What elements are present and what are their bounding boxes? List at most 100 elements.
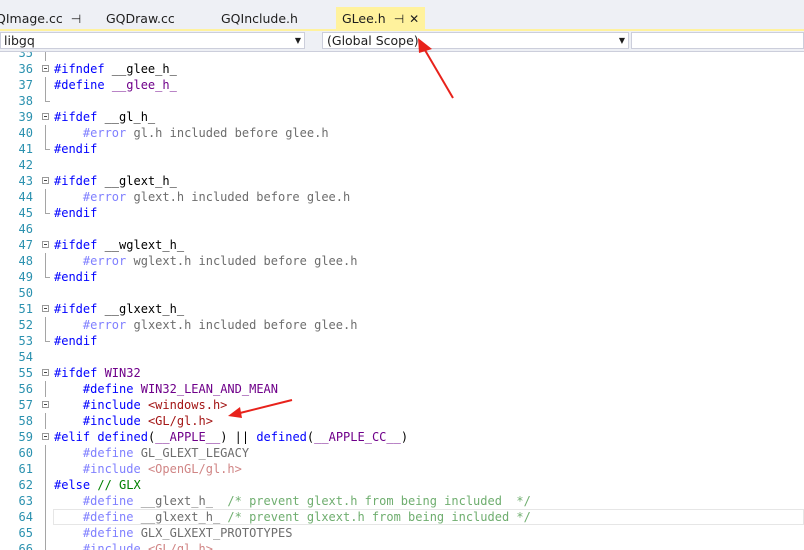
collapse-box-icon[interactable] bbox=[42, 173, 50, 189]
code-line[interactable]: 59 #elif defined(__APPLE__) || defined(__… bbox=[0, 429, 804, 445]
code-line[interactable]: 46 bbox=[0, 221, 804, 237]
code-text[interactable] bbox=[53, 93, 804, 109]
collapse-box-icon[interactable] bbox=[42, 429, 50, 445]
code-text[interactable]: #define __glee_h_ bbox=[53, 77, 804, 93]
code-line[interactable]: 62 #else // GLX bbox=[0, 477, 804, 493]
code-text[interactable] bbox=[53, 221, 804, 237]
code-text[interactable]: #error gl.h included before glee.h bbox=[53, 125, 804, 141]
collapse-box-icon[interactable] bbox=[42, 397, 50, 413]
code-editor[interactable]: 35 36 #ifndef __glee_h_ 37 #define __glee_h_… bbox=[0, 52, 804, 550]
code-line[interactable]: 66 #include <GL/gl.h> bbox=[0, 541, 804, 550]
code-text[interactable]: #define GL_GLEXT_LEGACY bbox=[53, 445, 804, 461]
code-line[interactable]: 50 bbox=[0, 285, 804, 301]
code-line[interactable]: 54 bbox=[0, 349, 804, 365]
code-text[interactable] bbox=[53, 285, 804, 301]
tab-gqinclude-h[interactable]: GQInclude.h bbox=[221, 8, 298, 30]
line-number: 58 bbox=[18, 414, 33, 428]
code-line[interactable]: 60 #define GL_GLEXT_LEGACY bbox=[0, 445, 804, 461]
code-text[interactable]: #endif bbox=[53, 269, 804, 285]
code-line[interactable]: 51 #ifdef __glxext_h_ bbox=[0, 301, 804, 317]
code-text[interactable]: #define __glext_h_ /* prevent glext.h fr… bbox=[53, 493, 804, 509]
tab-glee-h[interactable]: GLee.h ⊣ ✕ bbox=[336, 7, 426, 30]
code-line[interactable]: 61 #include <OpenGL/gl.h> bbox=[0, 461, 804, 477]
member-dropdown[interactable] bbox=[631, 32, 804, 49]
code-text[interactable]: #else // GLX bbox=[53, 477, 804, 493]
chevron-down-icon[interactable]: ▼ bbox=[619, 33, 625, 48]
collapse-box-icon[interactable] bbox=[42, 109, 50, 125]
code-text[interactable]: #ifdef __gl_h_ bbox=[53, 109, 804, 125]
collapse-box-icon[interactable] bbox=[42, 301, 50, 317]
code-line[interactable]: 41 #endif bbox=[0, 141, 804, 157]
code-line[interactable]: 53 #endif bbox=[0, 333, 804, 349]
code-text[interactable]: #include <GL/gl.h> bbox=[53, 413, 804, 429]
code-text[interactable]: #endif bbox=[53, 141, 804, 157]
collapse-box-icon[interactable] bbox=[42, 237, 50, 253]
code-token: #include bbox=[82, 414, 141, 428]
collapse-box-icon[interactable] bbox=[42, 61, 50, 77]
code-line[interactable]: 52 #error glxext.h included before glee.… bbox=[0, 317, 804, 333]
line-number: 59 bbox=[18, 430, 33, 444]
fold-guide bbox=[42, 157, 50, 173]
code-line[interactable]: 35 bbox=[0, 52, 804, 61]
code-line[interactable]: 63 #define __glext_h_ /* prevent glext.h… bbox=[0, 493, 804, 509]
code-line[interactable]: 44 #error glext.h included before glee.h bbox=[0, 189, 804, 205]
pin-icon[interactable]: ⊣ bbox=[71, 12, 81, 26]
code-text[interactable]: #ifdef __wglext_h_ bbox=[53, 237, 804, 253]
code-line[interactable]: 42 bbox=[0, 157, 804, 173]
code-text[interactable]: #ifndef __glee_h_ bbox=[53, 61, 804, 77]
code-text[interactable]: #elif defined(__APPLE__) || defined(__AP… bbox=[53, 429, 804, 445]
code-line[interactable]: 36 #ifndef __glee_h_ bbox=[0, 61, 804, 77]
code-line[interactable]: 55 #ifdef WIN32 bbox=[0, 365, 804, 381]
code-text[interactable]: #error glext.h included before glee.h bbox=[53, 189, 804, 205]
code-line[interactable]: 37 #define __glee_h_ bbox=[0, 77, 804, 93]
code-line[interactable]: 48 #error wglext.h included before glee.… bbox=[0, 253, 804, 269]
code-line[interactable]: 45 #endif bbox=[0, 205, 804, 221]
code-text[interactable]: #ifdef __glext_h_ bbox=[53, 173, 804, 189]
code-text[interactable]: #ifdef __glxext_h_ bbox=[53, 301, 804, 317]
tab-qimage-cc[interactable]: QImage.cc ⊣ bbox=[0, 8, 81, 30]
code-line[interactable]: 57 #include <windows.h> bbox=[0, 397, 804, 413]
code-text[interactable]: #include <GL/gl.h> bbox=[53, 541, 804, 550]
code-text[interactable]: #define __glxext_h_ /* prevent glxext.h … bbox=[53, 509, 804, 525]
line-number: 43 bbox=[18, 174, 33, 188]
code-line[interactable]: 49 #endif bbox=[0, 269, 804, 285]
close-icon[interactable]: ✕ bbox=[409, 12, 419, 26]
pin-icon[interactable]: ⊣ bbox=[394, 12, 404, 26]
line-number: 57 bbox=[18, 398, 33, 412]
code-text[interactable]: #endif bbox=[53, 205, 804, 221]
project-dropdown[interactable]: libgq ▼ bbox=[0, 32, 305, 49]
code-line[interactable]: 38 bbox=[0, 93, 804, 109]
code-token: ) bbox=[400, 430, 409, 444]
code-text[interactable]: #ifdef WIN32 bbox=[53, 365, 804, 381]
line-number: 37 bbox=[18, 78, 33, 92]
code-line[interactable]: 40 #error gl.h included before glee.h bbox=[0, 125, 804, 141]
code-text[interactable]: #error glxext.h included before glee.h bbox=[53, 317, 804, 333]
line-number: 35 bbox=[18, 52, 33, 60]
code-line[interactable]: 43 #ifdef __glext_h_ bbox=[0, 173, 804, 189]
tab-gqdraw-cc[interactable]: GQDraw.cc bbox=[106, 8, 175, 30]
code-text[interactable] bbox=[53, 52, 804, 61]
code-line[interactable]: 58 #include <GL/gl.h> bbox=[0, 413, 804, 429]
scope-dropdown[interactable]: (Global Scope) ▼ bbox=[322, 32, 629, 49]
code-line[interactable]: 39 #ifdef __gl_h_ bbox=[0, 109, 804, 125]
code-text[interactable]: #include <windows.h> bbox=[53, 397, 804, 413]
code-line[interactable]: 47 #ifdef __wglext_h_ bbox=[0, 237, 804, 253]
code-text[interactable] bbox=[53, 349, 804, 365]
code-line[interactable]: 65 #define GLX_GLXEXT_PROTOTYPES bbox=[0, 525, 804, 541]
code-text[interactable]: #define WIN32_LEAN_AND_MEAN bbox=[53, 381, 804, 397]
code-text[interactable]: #include <OpenGL/gl.h> bbox=[53, 461, 804, 477]
tab-label: QImage.cc bbox=[0, 11, 63, 26]
code-text[interactable]: #endif bbox=[53, 333, 804, 349]
code-line[interactable]: 64 #define __glxext_h_ /* prevent glxext… bbox=[0, 509, 804, 525]
code-text[interactable]: #error wglext.h included before glee.h bbox=[53, 253, 804, 269]
code-line[interactable]: 56 #define WIN32_LEAN_AND_MEAN bbox=[0, 381, 804, 397]
code-text[interactable] bbox=[53, 157, 804, 173]
tab-label: GQInclude.h bbox=[221, 11, 298, 26]
code-text[interactable]: #define GLX_GLXEXT_PROTOTYPES bbox=[53, 525, 804, 541]
chevron-down-icon[interactable]: ▼ bbox=[295, 33, 301, 48]
collapse-box-icon[interactable] bbox=[42, 365, 50, 381]
